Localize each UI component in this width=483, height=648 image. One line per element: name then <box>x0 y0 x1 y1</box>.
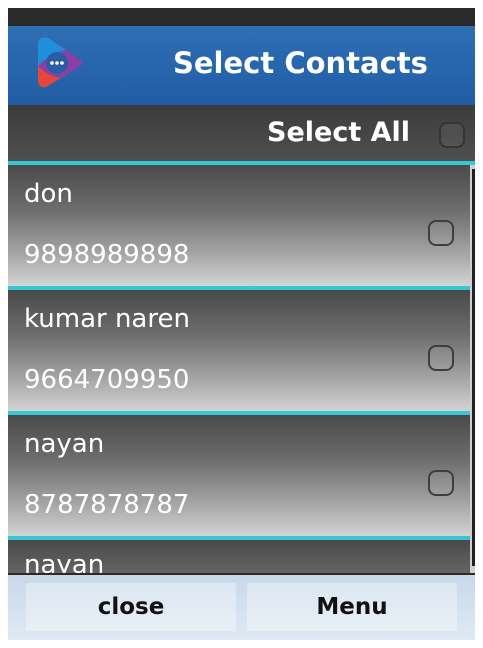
softkey-bar: close Menu <box>8 575 475 640</box>
select-all-row[interactable]: Select All <box>8 105 475 161</box>
contact-name: nayan <box>24 550 105 573</box>
page-title: Select Contacts <box>173 46 428 80</box>
contact-checkbox[interactable] <box>428 345 454 371</box>
contact-list[interactable]: don 9898989898 kumar naren 9664709950 na… <box>8 165 475 573</box>
contact-row[interactable]: kumar naren 9664709950 <box>8 290 470 411</box>
contact-number: 9664709950 <box>24 365 190 395</box>
contact-number: 9898989898 <box>24 240 190 270</box>
phone-screen: Select Contacts Select All don 989898989… <box>8 8 475 640</box>
title-bar: Select Contacts <box>8 26 475 116</box>
contact-checkbox[interactable] <box>428 220 454 246</box>
close-button[interactable]: close <box>26 583 236 631</box>
contact-name: kumar naren <box>24 304 190 334</box>
contact-number: 8787878787 <box>24 490 190 520</box>
contact-checkbox[interactable] <box>428 470 454 496</box>
select-all-label: Select All <box>267 117 411 148</box>
chat-app-logo-icon <box>38 37 82 88</box>
contact-row[interactable]: nayan 8787878787 <box>8 415 470 536</box>
contact-row[interactable]: don 9898989898 <box>8 165 470 286</box>
contact-name: nayan <box>24 429 105 459</box>
select-all-checkbox[interactable] <box>439 122 465 148</box>
contact-row-partial[interactable]: nayan <box>8 540 470 573</box>
scrollbar-thumb[interactable] <box>472 169 475 566</box>
menu-button[interactable]: Menu <box>247 583 457 631</box>
contact-name: don <box>24 179 73 209</box>
